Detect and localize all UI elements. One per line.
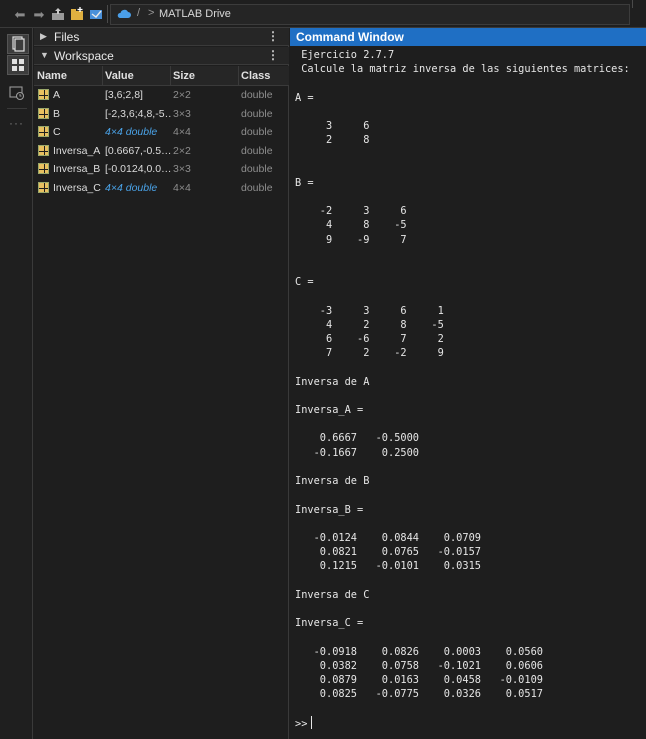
variable-class: double xyxy=(241,163,273,175)
variable-value: 4×4 double xyxy=(105,181,158,194)
toolbar: ⬅ ➡ / > MATLAB Drive xyxy=(0,0,646,28)
address-bar[interactable]: / > MATLAB Drive xyxy=(110,4,630,25)
toolbar-edge xyxy=(632,0,633,8)
table-header: Name Value Size Class xyxy=(34,66,289,86)
variable-class: double xyxy=(241,107,273,120)
variable-name: Inversa_B xyxy=(53,163,101,175)
column-header-size[interactable]: Size xyxy=(173,70,195,82)
back-arrow-icon[interactable]: ⬅ xyxy=(12,7,28,23)
files-title: Files xyxy=(54,30,80,44)
command-history-icon[interactable] xyxy=(7,84,29,104)
column-divider[interactable] xyxy=(238,66,239,86)
variable-class: double xyxy=(241,181,273,194)
variable-class: double xyxy=(241,89,273,101)
variable-matrix-icon xyxy=(38,144,49,156)
column-header-name[interactable]: Name xyxy=(37,70,67,82)
variable-value: 4×4 double xyxy=(105,126,158,138)
prompt-symbol: >> xyxy=(295,718,308,730)
column-header-value[interactable]: Value xyxy=(105,70,134,82)
forward-arrow-icon[interactable]: ➡ xyxy=(31,7,47,23)
column-header-class[interactable]: Class xyxy=(241,70,270,82)
table-row[interactable]: A [3,6;2,8] 2×2 double xyxy=(34,86,289,105)
breadcrumb[interactable]: MATLAB Drive xyxy=(159,8,231,20)
up-folder-icon[interactable] xyxy=(50,7,66,23)
workspace-panel-icon[interactable] xyxy=(7,55,29,75)
workspace-rows: A [3,6;2,8] 2×2 double B [-2,3,6;4,8,-5… 3×3 do… xyxy=(34,86,289,197)
variable-matrix-icon xyxy=(38,181,49,193)
variable-matrix-icon xyxy=(38,89,49,100)
text-cursor xyxy=(311,716,313,729)
chevron-right-icon[interactable]: ▶ xyxy=(40,31,47,42)
variable-matrix-icon xyxy=(38,126,49,137)
command-window-title: Command Window xyxy=(296,30,404,44)
variable-value: [3,6;2,8] xyxy=(105,89,143,101)
files-section-header[interactable]: ▶ Files ⋮ xyxy=(34,28,289,46)
variable-class: double xyxy=(241,144,273,157)
variable-value: [0.6667,-0.5… xyxy=(105,144,171,157)
browser-panel: ▶ Files ⋮ ▼ Workspace ⋮ Name Value Size … xyxy=(34,28,289,739)
variable-name: Inversa_C xyxy=(53,181,101,194)
new-folder-icon[interactable] xyxy=(69,7,85,23)
workspace-section-header[interactable]: ▼ Workspace ⋮ xyxy=(34,47,289,65)
path-separator: / xyxy=(137,7,141,19)
variable-value: [-0.0124,0.0… xyxy=(105,163,171,175)
variable-size: 2×2 xyxy=(173,89,191,101)
workspace-table: Name Value Size Class A [3,6;2,8] 2×2 doubl… xyxy=(34,66,289,197)
files-panel-icon[interactable] xyxy=(7,34,29,54)
table-row[interactable]: C 4×4 double 4×4 double xyxy=(34,123,289,142)
variable-size: 3×3 xyxy=(173,163,191,175)
variable-value: [-2,3,6;4,8,-5… xyxy=(105,107,171,120)
command-output: Ejercicio 2.7.7 Calcule la matriz invers… xyxy=(295,49,630,701)
variable-name: B xyxy=(53,107,61,120)
variable-name: C xyxy=(53,126,61,138)
variable-matrix-icon xyxy=(38,163,49,174)
column-divider[interactable] xyxy=(170,66,171,86)
table-row[interactable]: Inversa_C 4×4 double 4×4 double xyxy=(34,179,289,198)
workspace-title: Workspace xyxy=(54,49,114,63)
command-prompt[interactable]: >> xyxy=(295,716,313,730)
variable-matrix-icon xyxy=(38,107,49,119)
variable-size: 2×2 xyxy=(173,144,191,157)
command-window-header[interactable]: Command Window xyxy=(290,28,646,46)
command-window[interactable]: Command Window Ejercicio 2.7.7 Calcule l… xyxy=(290,28,646,739)
workspace-menu-icon[interactable]: ⋮ xyxy=(267,48,279,62)
variable-size: 4×4 xyxy=(173,181,191,194)
variable-class: double xyxy=(241,126,273,138)
variable-size: 3×3 xyxy=(173,107,191,120)
more-options-icon[interactable]: ··· xyxy=(9,116,24,130)
rail-divider xyxy=(7,108,27,109)
activity-rail: ··· xyxy=(0,28,33,739)
cloud-icon xyxy=(117,9,131,18)
variable-size: 4×4 xyxy=(173,126,191,138)
table-row[interactable]: Inversa_A [0.6667,-0.5… 2×2 double xyxy=(34,142,289,161)
table-row[interactable]: B [-2,3,6;4,8,-5… 3×3 double xyxy=(34,105,289,124)
chevron-right-icon: > xyxy=(148,7,155,19)
toolbar-separator xyxy=(107,5,108,23)
variable-name: A xyxy=(53,89,61,101)
column-divider[interactable] xyxy=(102,66,103,86)
table-row[interactable]: Inversa_B [-0.0124,0.0… 3×3 double xyxy=(34,160,289,179)
variable-name: Inversa_A xyxy=(53,144,101,157)
files-menu-icon[interactable]: ⋮ xyxy=(267,29,279,43)
browse-folder-icon[interactable] xyxy=(88,7,104,23)
chevron-down-icon[interactable]: ▼ xyxy=(40,50,49,60)
